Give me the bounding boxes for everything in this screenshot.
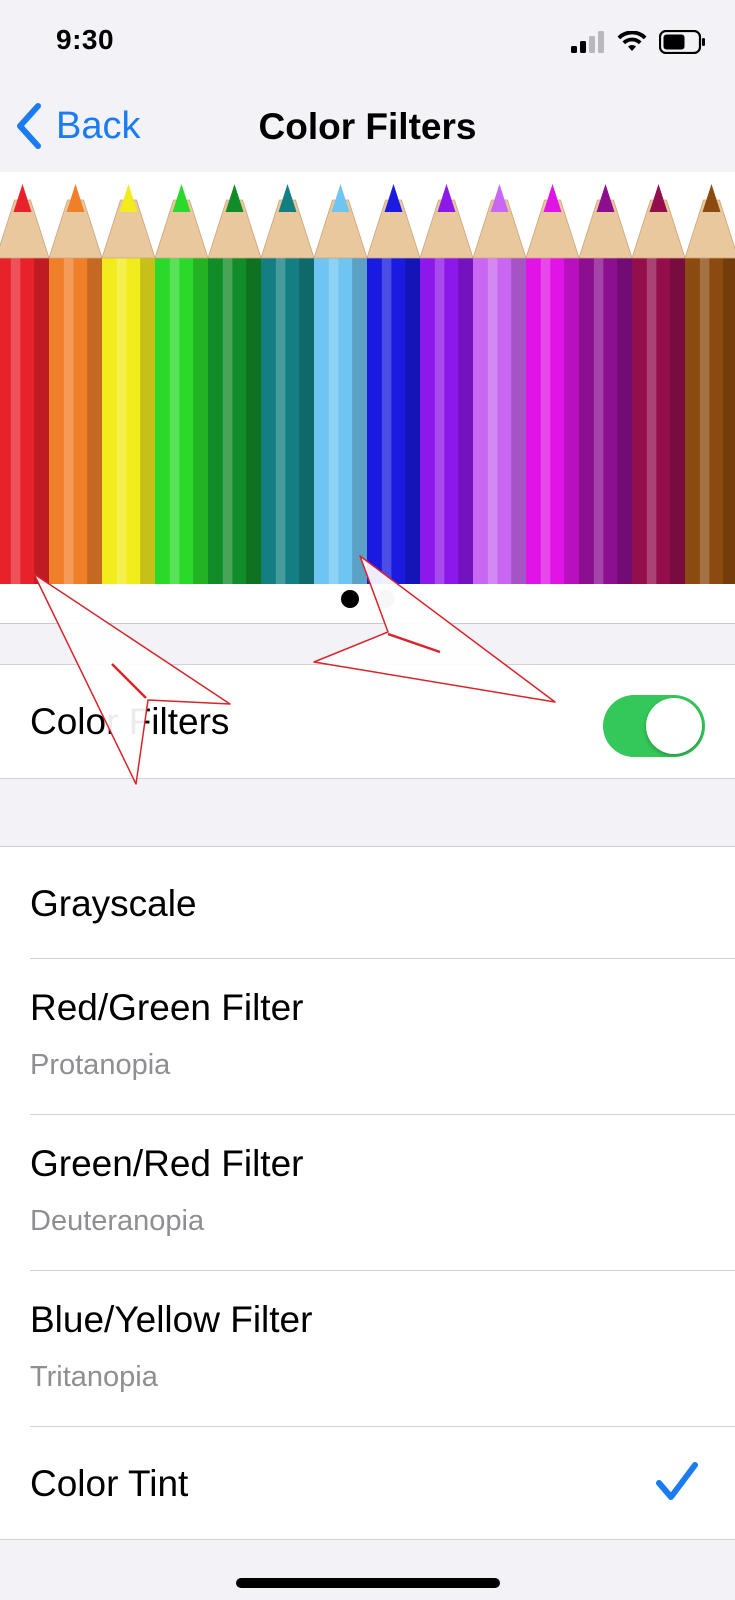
pencil-1: [0, 184, 50, 584]
filter-option-red-green[interactable]: Red/Green Filter Protanopia: [0, 959, 735, 1115]
toggle-knob: [646, 698, 702, 754]
filter-options-list: Grayscale Red/Green Filter Protanopia Gr…: [0, 846, 735, 1540]
pencil-13: [631, 184, 686, 584]
filter-option-green-red[interactable]: Green/Red Filter Deuteranopia: [0, 1115, 735, 1271]
pencils-image: [0, 184, 735, 584]
wifi-icon: [617, 31, 647, 51]
filter-option-subtitle: Tritanopia: [30, 1361, 158, 1393]
color-preview-carousel[interactable]: [0, 172, 735, 624]
filter-option-blue-yellow[interactable]: Blue/Yellow Filter Tritanopia: [0, 1271, 735, 1427]
pencil-10: [472, 184, 527, 584]
filter-option-label: Grayscale: [30, 883, 197, 924]
page-dot-2[interactable]: [376, 590, 395, 608]
filter-option-label: Blue/Yellow Filter: [30, 1299, 313, 1340]
filter-option-subtitle: Protanopia: [30, 1049, 171, 1081]
filter-option-label: Color Tint: [30, 1463, 189, 1504]
filter-option-color-tint[interactable]: Color Tint: [0, 1427, 735, 1539]
pencil-14: [684, 184, 735, 584]
checkmark-icon: [656, 1462, 698, 1500]
filter-option-grayscale[interactable]: Grayscale: [0, 847, 735, 959]
status-bar: 9:30: [0, 0, 735, 90]
page-dot-1[interactable]: [340, 590, 359, 608]
pencil-12: [578, 184, 633, 584]
pencil-6: [260, 184, 315, 584]
pencil-8: [366, 184, 421, 584]
divider: [0, 623, 735, 624]
battery-icon: [659, 30, 705, 54]
cellular-signal-icon: [571, 31, 604, 53]
pencil-7: [313, 184, 368, 584]
page-indicator[interactable]: [0, 590, 735, 610]
color-filters-label: Color Filters: [30, 701, 230, 742]
status-icons: [571, 30, 705, 54]
filter-option-label: Red/Green Filter: [30, 987, 304, 1028]
pencil-5: [207, 184, 262, 584]
pencil-4: [154, 184, 209, 584]
color-filters-row: Color Filters: [0, 665, 735, 778]
page-title: Color Filters: [258, 106, 477, 147]
navigation-bar: Back Color Filters: [0, 90, 735, 170]
status-time: 9:30: [56, 24, 115, 55]
pencil-11: [525, 184, 580, 584]
pencil-3: [101, 184, 156, 584]
color-filters-group: Color Filters: [0, 664, 735, 779]
filter-option-label: Green/Red Filter: [30, 1143, 304, 1184]
color-filters-toggle[interactable]: [603, 695, 705, 757]
filter-option-subtitle: Deuteranopia: [30, 1205, 205, 1237]
pencil-2: [48, 184, 103, 584]
home-indicator[interactable]: [236, 1578, 500, 1588]
pencil-9: [419, 184, 474, 584]
